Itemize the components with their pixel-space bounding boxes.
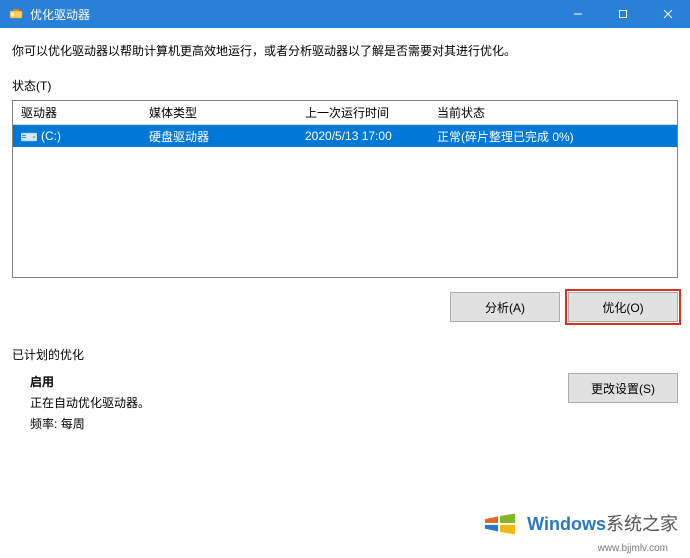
schedule-info: 启用 正在自动优化驱动器。 频率: 每周 bbox=[30, 373, 568, 436]
drive-icon bbox=[21, 130, 37, 142]
titlebar: 优化驱动器 bbox=[0, 0, 690, 28]
table-row[interactable]: (C:) 硬盘驱动器 2020/5/13 17:00 正常(碎片整理已完成 0%… bbox=[13, 125, 677, 147]
minimize-button[interactable] bbox=[555, 0, 600, 28]
watermark-brand: Windows bbox=[527, 514, 606, 534]
cell-status: 正常(碎片整理已完成 0%) bbox=[429, 128, 677, 145]
change-settings-button[interactable]: 更改设置(S) bbox=[568, 373, 678, 403]
optimize-button[interactable]: 优化(O) bbox=[568, 292, 678, 322]
status-section-label: 状态(T) bbox=[12, 77, 678, 94]
cell-media: 硬盘驱动器 bbox=[141, 128, 297, 145]
drive-table: 驱动器 媒体类型 上一次运行时间 当前状态 (C:) 硬盘驱动器 2020/5/… bbox=[12, 100, 678, 278]
window-controls bbox=[555, 0, 690, 28]
watermark: Windows系统之家 bbox=[481, 506, 678, 540]
scheduled-optimization-section: 已计划的优化 启用 正在自动优化驱动器。 频率: 每周 更改设置(S) bbox=[12, 336, 678, 436]
watermark-url: www.bjjmlv.com bbox=[598, 543, 668, 554]
schedule-description: 正在自动优化驱动器。 bbox=[30, 394, 568, 411]
window-title: 优化驱动器 bbox=[30, 6, 555, 23]
header-last-run[interactable]: 上一次运行时间 bbox=[297, 104, 429, 121]
action-buttons: 分析(A) 优化(O) bbox=[12, 292, 678, 322]
description-text: 你可以优化驱动器以帮助计算机更高效地运行，或者分析驱动器以了解是否需要对其进行优… bbox=[12, 42, 678, 59]
cell-last-run: 2020/5/13 17:00 bbox=[297, 129, 429, 143]
drive-label: (C:) bbox=[41, 129, 61, 143]
app-icon bbox=[8, 6, 24, 22]
schedule-status-heading: 启用 bbox=[30, 373, 568, 390]
watermark-suffix: 系统之家 bbox=[606, 514, 678, 534]
frequency-value: 每周 bbox=[61, 417, 85, 431]
frequency-label: 频率: bbox=[30, 417, 57, 431]
close-button[interactable] bbox=[645, 0, 690, 28]
header-media[interactable]: 媒体类型 bbox=[141, 104, 297, 121]
header-drive[interactable]: 驱动器 bbox=[13, 104, 141, 121]
content-area: 你可以优化驱动器以帮助计算机更高效地运行，或者分析驱动器以了解是否需要对其进行优… bbox=[0, 28, 690, 444]
analyze-button[interactable]: 分析(A) bbox=[450, 292, 560, 322]
watermark-text: Windows系统之家 bbox=[527, 510, 678, 536]
schedule-frequency: 频率: 每周 bbox=[30, 415, 568, 432]
windows-logo-icon bbox=[481, 506, 519, 540]
schedule-section-title: 已计划的优化 bbox=[12, 346, 678, 363]
maximize-button[interactable] bbox=[600, 0, 645, 28]
table-header-row: 驱动器 媒体类型 上一次运行时间 当前状态 bbox=[13, 101, 677, 125]
header-status[interactable]: 当前状态 bbox=[429, 104, 677, 121]
table-body: (C:) 硬盘驱动器 2020/5/13 17:00 正常(碎片整理已完成 0%… bbox=[13, 125, 677, 147]
cell-drive: (C:) bbox=[13, 129, 141, 143]
